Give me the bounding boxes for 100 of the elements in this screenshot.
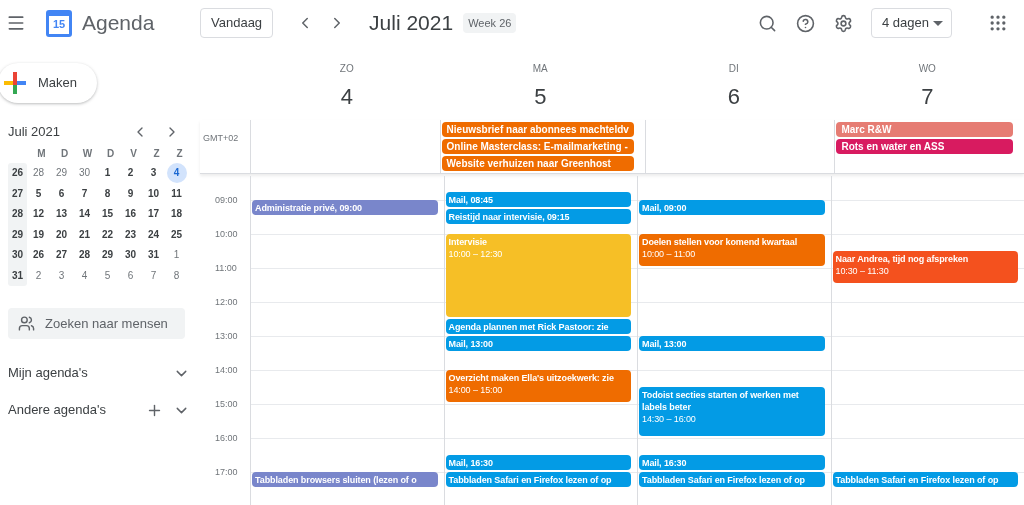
event-time: 10:00 – 11:00 [642,248,697,260]
event-title: Doelen stellen voor komend kwartaal [642,236,799,248]
event-time: 10:00 – 12:30 [448,248,504,260]
mini-calendar-day[interactable]: 22 [97,224,118,245]
mini-calendar-day[interactable]: 2 [28,265,49,286]
mini-calendar-day[interactable]: 25 [166,224,187,245]
people-icon [18,315,35,332]
mini-calendar-day[interactable]: 6 [120,265,141,286]
mini-calendar-day[interactable]: 4 [74,265,95,286]
mini-calendar-day[interactable]: 23 [120,224,141,245]
people-search-field[interactable]: Zoeken naar mensen [8,308,185,339]
weekday-label: Z [175,147,184,161]
timezone-label: GMT+02 [203,133,239,143]
mini-calendar-day[interactable]: 11 [166,183,187,204]
logo: 15 [46,9,72,37]
event-time: 14:00 – 15:00 [448,384,504,396]
event-title: Mail, 08:45 [448,193,494,206]
weekday-label: D [59,147,70,161]
event-title: Mail, 16:30 [448,457,494,469]
mini-calendar-day[interactable]: 20 [51,224,72,245]
hour-label: 09:00 [215,194,238,207]
mini-calendar-day[interactable]: 30 [74,163,95,184]
mini-calendar-day[interactable]: 2 [120,163,141,184]
event-title: Tabbladen browsers sluiten (lezen of o [255,474,418,486]
mini-calendar-day[interactable]: 19 [28,224,49,245]
event-title: Tabbladen Safari en Firefox lezen of op [448,474,613,486]
week-badge: Week 26 [463,12,517,34]
event-title: Tabbladen Safari en Firefox lezen of op [835,474,1000,486]
hour-label: 14:00 [215,364,238,377]
mini-calendar-day[interactable]: 4 [166,163,187,184]
mini-calendar-day[interactable]: 3 [51,265,72,286]
mini-calendar-day[interactable]: 26 [28,245,49,266]
mini-calendar-day[interactable]: 8 [97,183,118,204]
mini-calendar-day[interactable]: 16 [120,204,141,225]
mini-calendar-day[interactable]: 12 [28,204,49,225]
mini-calendar-day[interactable]: 28 [28,163,49,184]
weekday-label: D [105,147,116,161]
event-title: Tabbladen Safari en Firefox lezen of op [642,474,806,486]
hour-label: 13:00 [215,330,238,343]
day-number[interactable]: 5 [534,84,547,110]
event-title: Administratie privé, 09:00 [255,202,363,214]
mini-calendar-day[interactable]: 30 [120,245,141,266]
event-title: Naar Andrea, tijd nog afspreken [835,253,970,265]
mini-calendar-day[interactable]: 13 [51,204,72,225]
mini-calendar-day[interactable]: 29 [97,245,118,266]
event-title: Reistijd naar intervisie, 09:15 [448,210,571,223]
day-number[interactable]: 7 [921,84,934,110]
mini-calendar-day[interactable]: 7 [74,183,95,204]
mini-calendar-day[interactable]: 21 [74,224,95,245]
caret-icon [933,20,943,26]
mini-calendar-day[interactable]: 29 [51,163,72,184]
weekday-label: V [129,147,138,161]
weekday-label: Z [152,147,161,161]
day-name: DI [728,62,739,76]
hour-label: 11:00 [215,262,237,275]
mini-calendar-day[interactable]: 8 [166,265,187,286]
hour-label: 10:00 [215,228,238,241]
mini-calendar-title: Juli 2021 [8,123,62,142]
event-title: Mail, 13:00 [642,338,688,350]
calendar-section-label[interactable]: Andere agenda's [8,400,146,420]
weekday-label: M [36,147,47,161]
day-number[interactable]: 6 [727,84,740,110]
mini-calendar-day[interactable]: 31 [143,245,164,266]
hour-label: 17:00 [215,466,238,479]
mini-calendar-day[interactable]: 1 [166,245,187,266]
mini-calendar-day[interactable]: 27 [51,245,72,266]
event-time: 10:30 – 11:30 [835,265,890,277]
day-name: WO [918,62,936,76]
mini-calendar-day[interactable]: 9 [120,183,141,204]
mini-calendar-day[interactable]: 1 [97,163,118,184]
mini-calendar-day[interactable]: 5 [28,183,49,204]
week-number: 30 [10,248,25,262]
day-name: ZO [339,62,354,76]
mini-calendar-day[interactable]: 18 [166,204,187,225]
mini-calendar-day[interactable]: 15 [97,204,118,225]
all-day-event[interactable]: Rots en water en ASS [836,139,1013,154]
create-button[interactable]: Maken [0,63,97,103]
day-number[interactable]: 4 [340,84,353,110]
mini-calendar-day[interactable]: 14 [74,204,95,225]
hour-label: 12:00 [215,296,238,309]
mini-calendar-day[interactable]: 7 [143,265,164,286]
today-button[interactable]: Vandaag [200,8,274,38]
mini-calendar-day[interactable]: 6 [51,183,72,204]
event-title: Intervisie [448,236,489,248]
view-select[interactable]: 4 dagen [871,8,952,38]
mini-calendar-day[interactable]: 24 [143,224,164,245]
mini-calendar-day[interactable]: 3 [143,163,164,184]
plus-icon [4,72,26,94]
week-number: 27 [10,186,25,201]
mini-calendar-day[interactable]: 5 [97,265,118,286]
event-title: Mail, 09:00 [642,202,688,214]
app-name: Agenda [82,10,155,37]
mini-calendar-day[interactable]: 17 [143,204,164,225]
week-number: 29 [10,227,25,242]
mini-calendar-day[interactable]: 28 [74,245,95,266]
week-number: 28 [10,207,25,221]
mini-calendar-day[interactable]: 10 [143,183,164,204]
weekday-label: W [81,147,94,161]
period-title: Juli 2021 [369,10,454,37]
calendar-section-label[interactable]: Mijn agenda's [8,363,173,383]
